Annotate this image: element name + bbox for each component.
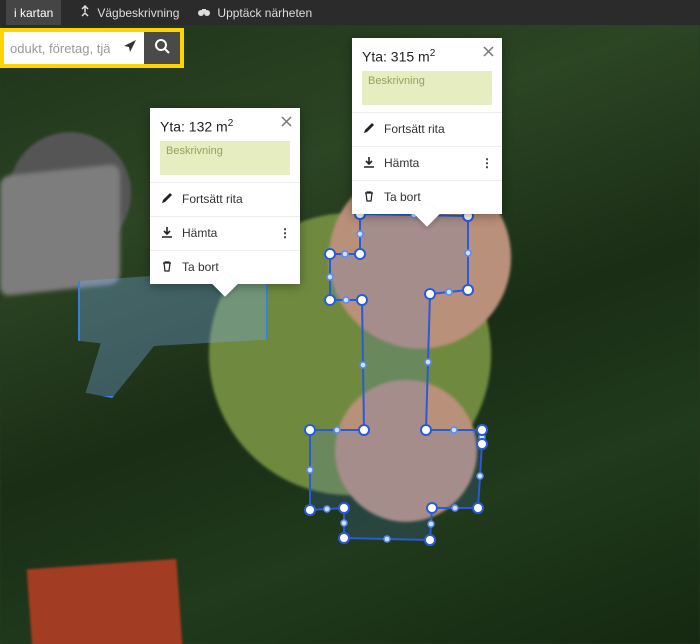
continue-draw-label: Fortsätt rita <box>384 122 445 136</box>
nav-tab-map[interactable]: i kartan <box>6 0 61 25</box>
area-value: 132 <box>189 119 212 135</box>
binoculars-icon <box>197 6 211 20</box>
more-menu-button[interactable]: ⋮ <box>279 226 290 240</box>
trash-icon <box>362 190 376 205</box>
download-button[interactable]: Hämta <box>160 226 217 241</box>
area-title-prefix: Yta: <box>160 119 189 135</box>
area-unit: m <box>216 119 228 135</box>
close-icon <box>483 46 494 60</box>
area-popup-1: Yta: 132 m2 Fortsätt rita Hämta ⋮ <box>150 108 300 284</box>
pencil-icon <box>362 122 376 137</box>
continue-draw-button[interactable]: Fortsätt rita <box>150 182 300 216</box>
delete-label: Ta bort <box>384 190 421 204</box>
search-button[interactable] <box>144 32 180 64</box>
download-label: Hämta <box>182 226 217 240</box>
area-unit-exp: 2 <box>430 48 436 59</box>
trash-icon <box>160 260 174 275</box>
top-nav: i kartan Vägbeskrivning Upptäck närheten <box>0 0 700 25</box>
close-button[interactable] <box>281 116 292 130</box>
kebab-icon: ⋮ <box>279 226 290 240</box>
close-button[interactable] <box>483 46 494 60</box>
location-arrow-icon <box>123 39 137 58</box>
nav-tab-discover-label: Upptäck närheten <box>217 6 312 20</box>
continue-draw-button[interactable]: Fortsätt rita <box>352 112 502 146</box>
description-input[interactable] <box>362 71 492 105</box>
download-label: Hämta <box>384 156 419 170</box>
nav-tab-discover[interactable]: Upptäck närheten <box>197 6 312 20</box>
search-bar <box>0 28 184 68</box>
area-popup-2: Yta: 315 m2 Fortsätt rita Hämta ⋮ <box>352 38 502 214</box>
search-input[interactable] <box>4 41 116 56</box>
locate-me-button[interactable] <box>116 32 144 64</box>
red-roof-building <box>27 559 184 644</box>
area-value: 315 <box>391 49 414 65</box>
download-row: Hämta ⋮ <box>352 146 502 180</box>
close-icon <box>281 116 292 130</box>
delete-label: Ta bort <box>182 260 219 274</box>
download-icon <box>362 156 376 171</box>
kebab-icon: ⋮ <box>481 156 492 170</box>
continue-draw-label: Fortsätt rita <box>182 192 243 206</box>
download-button[interactable]: Hämta <box>362 156 419 171</box>
search-icon <box>154 38 170 59</box>
nav-tab-directions[interactable]: Vägbeskrivning <box>79 5 179 20</box>
directions-icon <box>79 5 91 20</box>
nav-tab-directions-label: Vägbeskrivning <box>97 6 179 20</box>
area-title-prefix: Yta: <box>362 49 391 65</box>
pencil-icon <box>160 192 174 207</box>
area-title: Yta: 132 m2 <box>160 118 290 135</box>
map-viewport[interactable]: i kartan Vägbeskrivning Upptäck närheten <box>0 0 700 644</box>
description-input[interactable] <box>160 141 290 175</box>
more-menu-button[interactable]: ⋮ <box>481 156 492 170</box>
area-unit-exp: 2 <box>228 118 234 129</box>
download-row: Hämta ⋮ <box>150 216 300 250</box>
road-patch <box>0 164 120 297</box>
area-title: Yta: 315 m2 <box>362 48 492 65</box>
nav-tab-map-label: i kartan <box>14 6 53 20</box>
download-icon <box>160 226 174 241</box>
area-unit: m <box>418 49 430 65</box>
